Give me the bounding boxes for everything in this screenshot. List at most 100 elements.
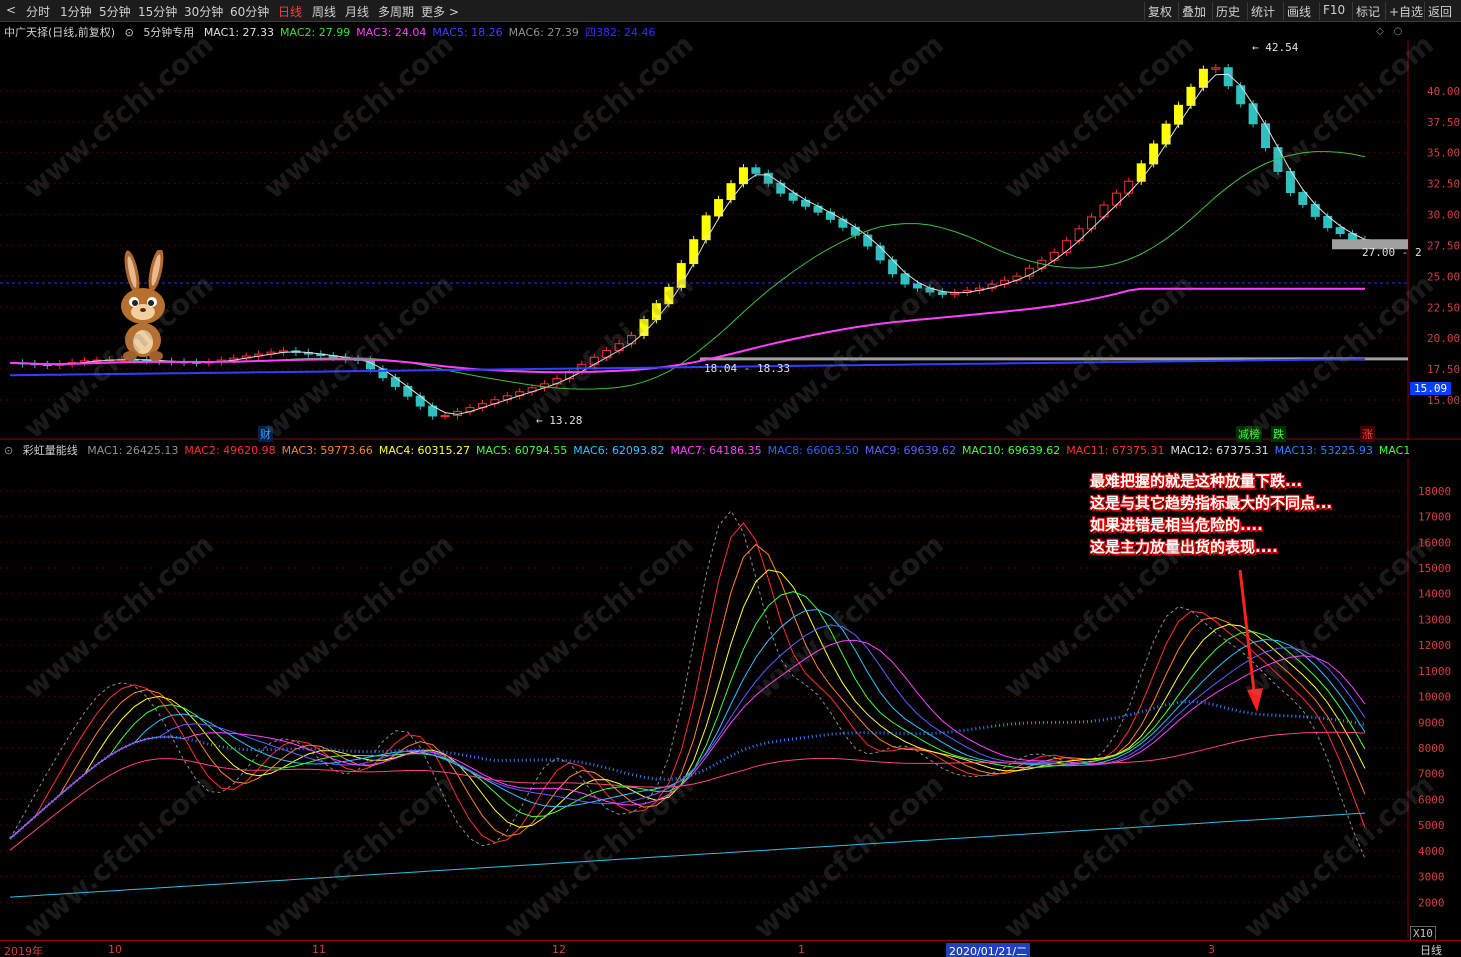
current-price-label: 15.09	[1410, 382, 1452, 395]
toolbar-right-item-1[interactable]: 叠加	[1182, 3, 1206, 20]
toolbar-item-2[interactable]: 5分钟	[99, 3, 131, 20]
low-price-marker: ← 13.28	[536, 414, 583, 427]
candle-body	[1186, 86, 1196, 106]
toolbar-right-item-8[interactable]: 返回	[1428, 3, 1452, 20]
toolbar-right-item-0[interactable]: 复权	[1148, 3, 1172, 20]
toolbar-item-8[interactable]: 月线	[345, 3, 369, 20]
annotation-line-2: 如果进错是相当危险的....	[1090, 516, 1263, 534]
down-tag[interactable]: 跌	[1271, 426, 1286, 442]
volume-ma-slow	[9, 699, 1366, 840]
reduce-tag[interactable]: 减榜	[1236, 426, 1262, 442]
toolbar-item-3[interactable]: 15分钟	[138, 3, 177, 20]
toolbar-right-item-6[interactable]: 标记	[1356, 3, 1380, 20]
volume-indicator-value-12: MAC13: 53225.93	[1274, 444, 1373, 457]
toolbar-item-9[interactable]: 多周期	[378, 3, 414, 20]
volume-tick-label: 4000	[1418, 845, 1445, 858]
stock-title[interactable]: 中广天择(日线,前复权)	[4, 26, 115, 39]
high-price-marker: ← 42.54	[1252, 41, 1299, 54]
volume-tick-label: 15000	[1418, 562, 1451, 575]
candle-body	[1099, 204, 1109, 218]
indicator-name[interactable]: 5分钟专用	[143, 26, 194, 39]
price-tick-label: 30.00	[1427, 209, 1460, 222]
toolbar-right-item-4[interactable]: 画线	[1287, 3, 1311, 20]
rainbow-line-3	[9, 591, 1366, 840]
volume-trend-line	[9, 812, 1366, 898]
candle-body	[1111, 192, 1121, 206]
indicator-dropdown-icon[interactable]: ⊙	[125, 26, 134, 39]
toolbar-right-item-5[interactable]: F10	[1323, 3, 1345, 17]
volume-indicator-name[interactable]: 彩虹量能线	[23, 444, 78, 457]
date-label-6: 3	[1208, 943, 1215, 956]
candle-body	[651, 303, 661, 321]
main-indicator-value-4: MAC6: 27.39	[508, 26, 579, 39]
candle-body	[614, 343, 624, 352]
range-marker: 18.04 - 18.33	[704, 362, 791, 375]
rabbit-mascot-image	[121, 250, 165, 361]
toolbar-item-4[interactable]: 30分钟	[184, 3, 223, 20]
toolbar-item-10[interactable]: 更多 >	[421, 3, 459, 20]
price-tick-label: 20.00	[1427, 332, 1460, 345]
up-tag[interactable]: 涨	[1360, 426, 1375, 442]
volume-indicator-value-7: MAC8: 66063.50	[767, 444, 859, 457]
candle-body	[390, 377, 400, 387]
main-indicator-value-3: MAC5: 18.26	[432, 26, 503, 39]
annotation-arrow	[1238, 570, 1263, 712]
collapse-icon[interactable]: ⊙	[4, 444, 13, 457]
candle-body	[415, 395, 425, 407]
volume-indicator-value-10: MAC11: 67375.31	[1066, 444, 1165, 457]
price-tick-label: 15.00	[1427, 394, 1460, 407]
volume-indicator-value-11: MAC12: 67375.31	[1170, 444, 1269, 457]
volume-indicator-value-3: MAC4: 60315.27	[378, 444, 471, 457]
toolbar-right-item-7[interactable]: +自选	[1389, 3, 1423, 20]
candle-body	[1298, 192, 1308, 205]
rainbow-line-4	[9, 608, 1366, 840]
toolbar-item-6[interactable]: 日线	[278, 3, 302, 20]
toolbar: < 分时 1分钟 5分钟 15分钟 30分钟 60分钟 日线 周线 月线 多周期 更多 > 复权 叠加 历史…	[0, 0, 1461, 22]
period-label: 日线	[1420, 944, 1442, 957]
volume-tick-label: 12000	[1418, 639, 1451, 652]
price-tick-label: 40.00	[1427, 85, 1460, 98]
candle-body	[1161, 123, 1171, 145]
price-tick-label: 27.50	[1427, 239, 1460, 252]
toolbar-right-item-3[interactable]: 统计	[1251, 3, 1275, 20]
toolbar-right-item-2[interactable]: 历史	[1216, 3, 1240, 20]
volume-tick-label: 2000	[1418, 896, 1445, 909]
date-label-3: 12	[552, 943, 566, 956]
candle-body	[838, 218, 848, 228]
settings-diamond-icon[interactable]: ◇	[1372, 25, 1388, 41]
toolbar-item-1[interactable]: 1分钟	[60, 3, 92, 20]
candle-body	[1335, 227, 1345, 235]
close-panel-icon[interactable]: ○	[1390, 25, 1406, 41]
volume-tick-label: 9000	[1418, 716, 1445, 729]
candle-body	[689, 239, 699, 265]
candle-body	[627, 334, 637, 345]
volume-indicator-value-2: MAC3: 59773.66	[281, 444, 373, 457]
rainbow-line-0	[9, 522, 1366, 844]
price-tick-label: 37.50	[1427, 116, 1460, 129]
annotation-line-3: 这是主力放量出货的表现....	[1090, 538, 1278, 556]
prev-icon[interactable]: <	[6, 3, 16, 17]
candle-body	[1211, 67, 1221, 70]
volume-tick-label: 14000	[1418, 588, 1451, 601]
volume-indicator-info: ⊙ 彩虹量能线 MAC1: 26425.13 MAC2: 49620.98 MAC3…	[4, 442, 1409, 458]
finance-tag[interactable]: 财	[258, 426, 273, 442]
volume-tick-label: 3000	[1418, 871, 1445, 884]
annotation-text: 最难把握的就是这种放量下跌... 这是与其它趋势指标最大的不同点... 如果进错是相…	[1090, 470, 1332, 558]
toolbar-item-7[interactable]: 周线	[312, 3, 336, 20]
volume-tick-label: 7000	[1418, 768, 1445, 781]
toolbar-separator	[1283, 2, 1284, 20]
volume-indicator-value-0: MAC1: 26425.13	[87, 444, 179, 457]
date-label-2: 11	[312, 943, 326, 956]
volume-indicator-value-9: MAC10: 69639.62	[962, 444, 1061, 457]
toolbar-separator	[1212, 2, 1213, 20]
toolbar-separator	[1319, 2, 1320, 20]
volume-indicator-value-5: MAC6: 62093.82	[573, 444, 665, 457]
toolbar-item-5[interactable]: 60分钟	[230, 3, 269, 20]
volume-tick-label: 10000	[1418, 691, 1451, 704]
volume-tick-label: 6000	[1418, 793, 1445, 806]
candle-body	[825, 211, 835, 220]
toolbar-item-0[interactable]: 分时	[26, 3, 50, 20]
volume-tick-label: 16000	[1418, 536, 1451, 549]
price-chart[interactable]: 40.00 37.50 35.00 32.50 30.00 27.50 25.00 22.50…	[0, 40, 1461, 440]
candle-body	[937, 291, 947, 295]
